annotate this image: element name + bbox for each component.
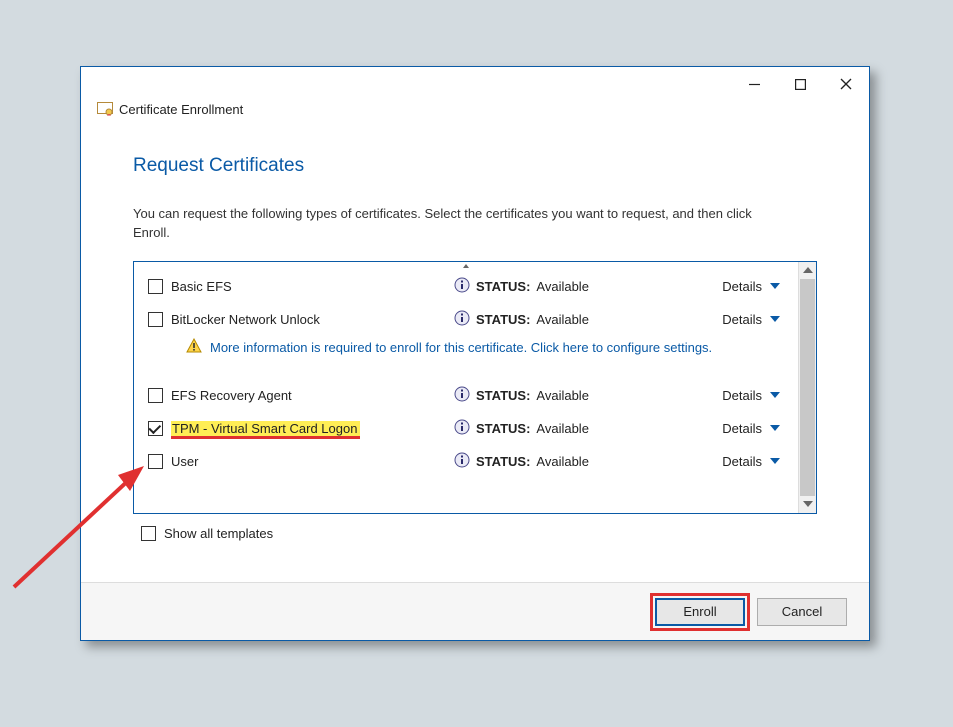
- certificate-name: BitLocker Network Unlock: [171, 312, 454, 327]
- status-value: Available: [536, 421, 589, 436]
- scroll-down-button[interactable]: [799, 496, 816, 513]
- titlebar: [81, 67, 869, 101]
- certificate-row: TPM - Virtual Smart Card Logon STATUS: Ava…: [134, 412, 798, 445]
- enroll-button[interactable]: Enroll: [655, 598, 745, 626]
- certificate-name: User: [171, 454, 454, 469]
- certificate-name: Basic EFS: [171, 279, 454, 294]
- status-value: Available: [536, 312, 589, 327]
- certificate-row: EFS Recovery Agent STATUS: Available Detail…: [134, 379, 798, 412]
- annotation-enroll-highlight: Enroll: [653, 596, 747, 628]
- status-cell: STATUS: Available: [454, 277, 619, 296]
- certificate-checkbox[interactable]: [148, 279, 163, 294]
- certificate-icon: [97, 101, 113, 117]
- status-label: STATUS:: [476, 312, 530, 327]
- scrollbar-vertical[interactable]: [798, 262, 816, 513]
- page-instructions: You can request the following types of c…: [133, 205, 773, 243]
- info-icon: [454, 452, 470, 471]
- chevron-down-icon: [770, 425, 780, 431]
- status-label: STATUS:: [476, 279, 530, 294]
- maximize-button[interactable]: [777, 69, 823, 99]
- dialog-footer: Enroll Cancel: [81, 582, 869, 640]
- info-icon: [454, 386, 470, 405]
- details-toggle[interactable]: Details: [619, 454, 780, 469]
- certificate-name: TPM - Virtual Smart Card Logon: [171, 421, 454, 436]
- details-toggle[interactable]: Details: [619, 279, 780, 294]
- chevron-down-icon: [770, 392, 780, 398]
- details-toggle[interactable]: Details: [619, 312, 780, 327]
- scroll-thumb[interactable]: [800, 279, 815, 496]
- details-label: Details: [722, 454, 762, 469]
- chevron-down-icon: [770, 283, 780, 289]
- chevron-down-icon: [770, 458, 780, 464]
- certificate-checkbox[interactable]: [148, 312, 163, 327]
- warning-icon: [186, 338, 202, 357]
- show-all-label: Show all templates: [164, 526, 273, 541]
- certificate-checkbox[interactable]: [148, 421, 163, 436]
- close-button[interactable]: [823, 69, 869, 99]
- cancel-button[interactable]: Cancel: [757, 598, 847, 626]
- certificate-warning-link[interactable]: More information is required to enroll f…: [134, 336, 798, 363]
- window-title: Certificate Enrollment: [119, 102, 243, 117]
- certificate-checkbox[interactable]: [148, 454, 163, 469]
- content-area: Request Certificates You can request the…: [81, 125, 869, 541]
- status-cell: STATUS: Available: [454, 452, 619, 471]
- info-icon: [454, 310, 470, 329]
- certificate-enrollment-window: Certificate Enrollment Request Certifica…: [80, 66, 870, 641]
- chevron-down-icon: [770, 316, 780, 322]
- details-label: Details: [722, 388, 762, 403]
- certificate-row: BitLocker Network Unlock STATUS: Available…: [134, 303, 798, 336]
- certificate-list: Basic EFSSTATUS:AvailableDetailsBitLocke…: [134, 262, 798, 513]
- certificate-row: User STATUS: Available Details: [134, 445, 798, 478]
- details-label: Details: [722, 421, 762, 436]
- status-value: Available: [536, 279, 589, 294]
- minimize-button[interactable]: [731, 69, 777, 99]
- show-all-checkbox[interactable]: [141, 526, 156, 541]
- status-value: Available: [536, 388, 589, 403]
- details-label: Details: [722, 279, 762, 294]
- status-label: STATUS:: [476, 454, 530, 469]
- status-value: Available: [536, 454, 589, 469]
- details-label: Details: [722, 312, 762, 327]
- info-icon: [454, 419, 470, 438]
- window-header: Certificate Enrollment: [81, 101, 869, 125]
- status-cell: STATUS: Available: [454, 310, 619, 329]
- certificate-list-panel: Basic EFSSTATUS:AvailableDetailsBitLocke…: [133, 261, 817, 514]
- status-cell: STATUS: Available: [454, 386, 619, 405]
- details-toggle[interactable]: Details: [619, 388, 780, 403]
- certificate-name: EFS Recovery Agent: [171, 388, 454, 403]
- status-label: STATUS:: [476, 421, 530, 436]
- show-all-templates-row: Show all templates: [133, 514, 817, 541]
- info-icon: [454, 277, 470, 296]
- certificate-checkbox[interactable]: [148, 388, 163, 403]
- scroll-up-button[interactable]: [799, 262, 816, 279]
- certificate-row: Basic EFS STATUS: Available Details: [134, 270, 798, 303]
- details-toggle[interactable]: Details: [619, 421, 780, 436]
- page-heading: Request Certificates: [133, 155, 817, 177]
- warning-text: More information is required to enroll f…: [210, 340, 712, 355]
- status-label: STATUS:: [476, 388, 530, 403]
- status-cell: STATUS: Available: [454, 419, 619, 438]
